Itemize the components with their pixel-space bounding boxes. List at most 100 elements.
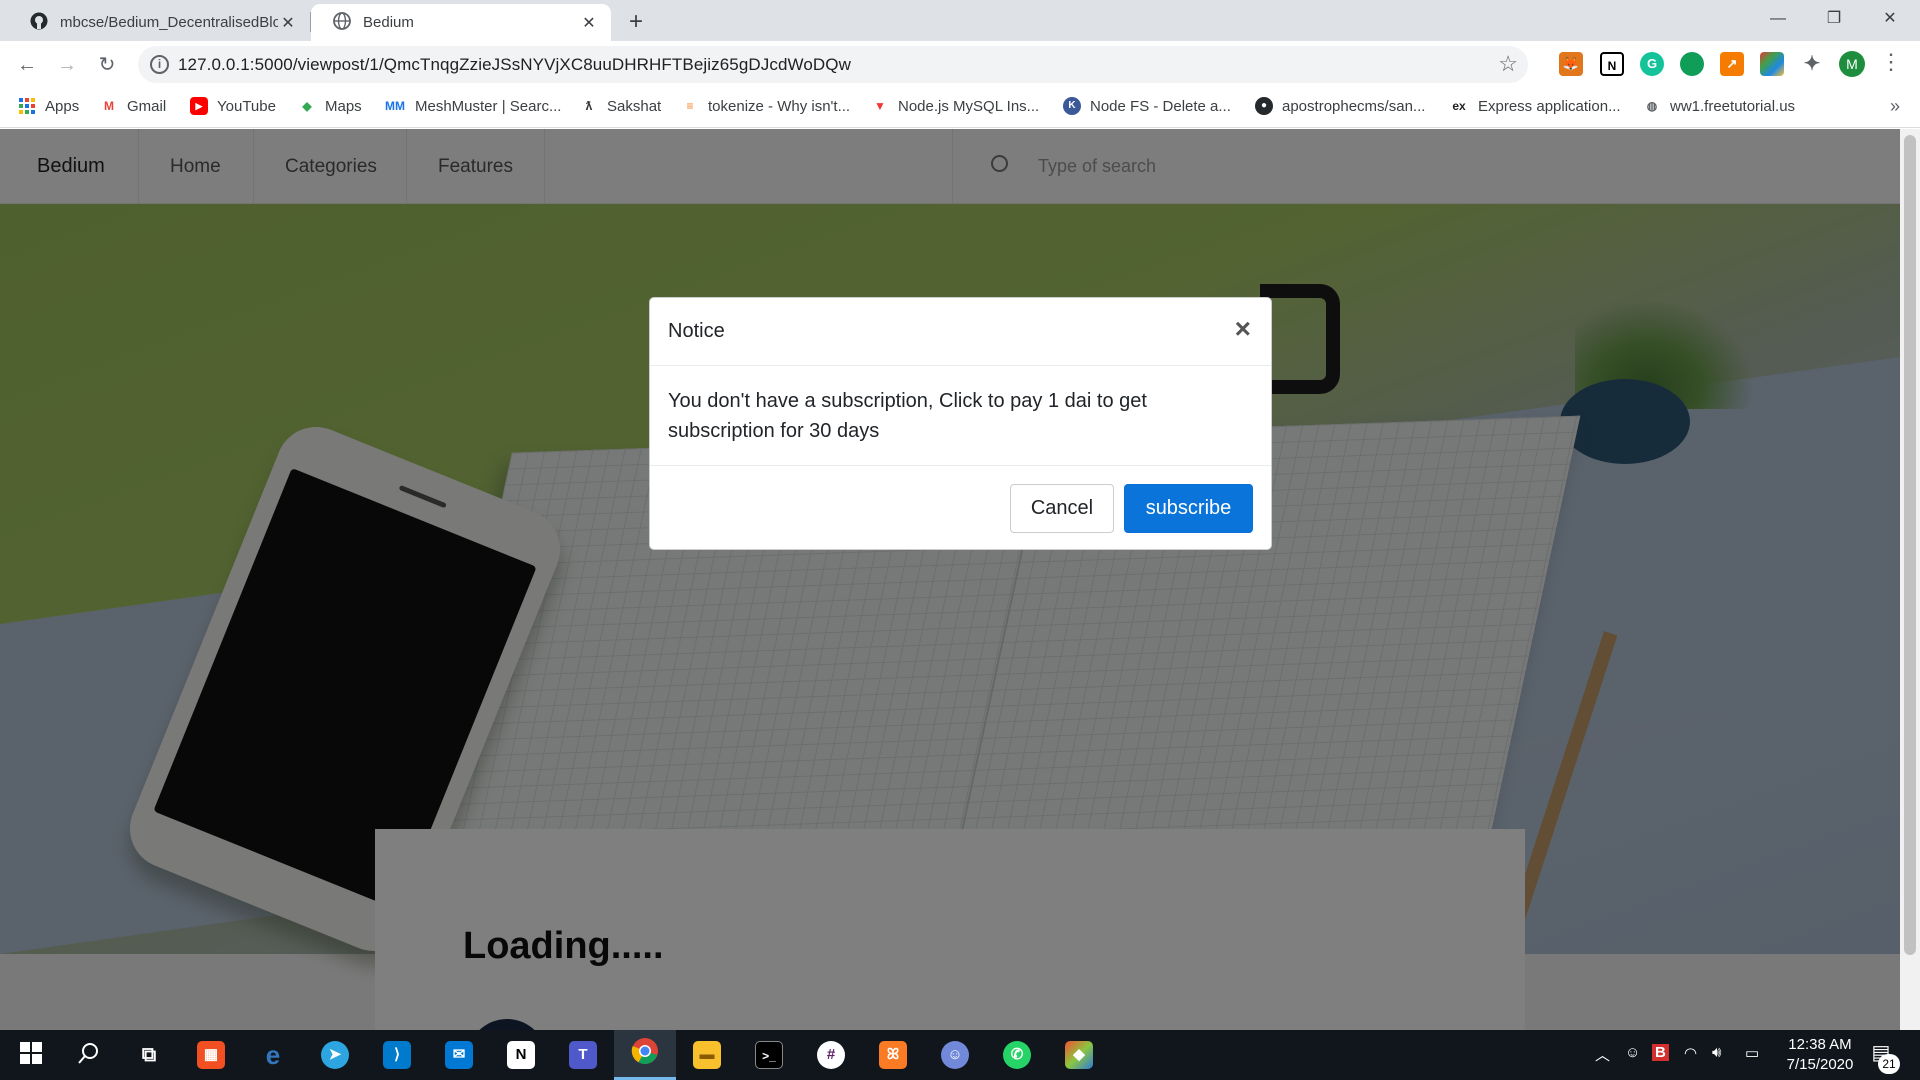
profile-avatar[interactable]: M (1839, 51, 1865, 77)
whatsapp-icon: ✆ (1003, 1041, 1031, 1069)
notion-extension-icon[interactable]: N (1600, 52, 1624, 76)
bookmark-sakshat[interactable]: ƛ Sakshat (580, 97, 662, 115)
taskbar-git[interactable]: ◆ (1048, 1030, 1110, 1080)
browser-tab-strip: mbcse/Bedium_DecentralisedBlo ✕ Bedium ✕… (0, 0, 1920, 41)
github-icon (30, 12, 48, 34)
bookmark-express[interactable]: ex Express application... (1449, 97, 1620, 115)
bookmark-label: tokenize - Why isn't... (708, 97, 851, 115)
web-page: Bedium Home Categories Features Loading.… (0, 129, 1920, 1030)
taskbar-xampp[interactable]: ꕤ (862, 1030, 924, 1080)
globe-icon: ◍ (1646, 99, 1658, 113)
notion-icon: N (507, 1041, 535, 1069)
taskbar-search-button[interactable] (58, 1030, 120, 1080)
taskbar-notion[interactable]: N (490, 1030, 552, 1080)
wifi-icon[interactable]: ◠ (1684, 1044, 1697, 1062)
tab-github[interactable]: mbcse/Bedium_DecentralisedBlo ✕ (8, 4, 310, 41)
bookmark-apostrophecms[interactable]: ● apostrophecms/san... (1255, 97, 1425, 115)
node-fs-icon: K (1063, 97, 1081, 115)
tab-title: Bedium (363, 14, 414, 31)
bookmarks-overflow-icon[interactable]: » (1890, 96, 1900, 117)
taskbar-chrome[interactable] (614, 1030, 676, 1080)
taskbar-file-explorer[interactable]: ▬ (676, 1030, 738, 1080)
back-arrow-icon[interactable]: ← (12, 50, 42, 80)
subscribe-button[interactable]: subscribe (1124, 484, 1253, 533)
volume-icon[interactable]: 🔊︎ (1712, 1044, 1721, 1061)
metamask-extension-icon[interactable]: 🦊 (1559, 52, 1583, 76)
color-extension-icon[interactable] (1760, 52, 1784, 76)
bookmark-nodejs-mysql[interactable]: ▼ Node.js MySQL Ins... (871, 97, 1039, 115)
taskbar-whatsapp[interactable]: ✆ (986, 1030, 1048, 1080)
edge-icon: e (265, 1040, 281, 1070)
bookmark-tokenize[interactable]: ≡ tokenize - Why isn't... (681, 97, 850, 115)
grammarly-extension-icon[interactable]: G (1640, 52, 1664, 76)
system-clock[interactable]: 12:38 AM 7/15/2020 (1770, 1035, 1870, 1075)
browser-menu-icon[interactable]: ⋮ (1880, 49, 1902, 75)
page-scrollbar[interactable] (1900, 129, 1920, 1030)
express-icon: ex (1452, 99, 1466, 113)
tray-discord-icon[interactable]: ☺ (1625, 1044, 1640, 1061)
bookmark-node-fs[interactable]: K Node FS - Delete a... (1063, 97, 1231, 115)
bookmark-maps[interactable]: ◆ Maps (298, 97, 361, 115)
reload-icon[interactable]: ↻ (92, 50, 122, 80)
address-bar[interactable]: i 127.0.0.1:5000/viewpost/1/QmcTnqgZzieJ… (138, 46, 1528, 83)
maps-icon: ◆ (302, 99, 312, 113)
vscode-icon: ⟩ (383, 1041, 411, 1069)
scrollbar-thumb[interactable] (1904, 135, 1916, 955)
taskbar-telegram[interactable]: ➤ (304, 1030, 366, 1080)
tray-app-icon[interactable]: B (1652, 1044, 1669, 1061)
close-icon[interactable]: × (1235, 315, 1251, 343)
bookmark-star-icon[interactable]: ☆ (1498, 51, 1518, 77)
apps-grid-icon (18, 97, 36, 115)
bookmark-apps[interactable]: Apps (18, 97, 79, 115)
tab-close-icon[interactable]: ✕ (579, 13, 599, 33)
terminal-icon: >_ (755, 1041, 783, 1069)
taskbar-vscode[interactable]: ⟩ (366, 1030, 428, 1080)
site-info-icon[interactable]: i (150, 55, 169, 74)
trends-extension-icon[interactable]: ↗ (1720, 52, 1744, 76)
bookmarks-bar: Apps M Gmail ▶ YouTube ◆ Maps MM MeshMus… (0, 88, 1920, 128)
task-view-button[interactable]: ⧉ (118, 1030, 180, 1080)
bookmark-label: apostrophecms/san... (1282, 97, 1426, 115)
tab-title: mbcse/Bedium_DecentralisedBlo (60, 14, 278, 31)
bookmark-label: Apps (45, 97, 80, 115)
battery-icon[interactable]: ▭ (1745, 1044, 1759, 1062)
tray-overflow-icon[interactable]: ︿ (1595, 1044, 1610, 1065)
modal-backdrop[interactable] (0, 129, 1920, 1030)
bookmark-youtube[interactable]: ▶ YouTube (190, 97, 276, 115)
gmail-icon: M (104, 99, 114, 113)
new-tab-button[interactable]: + (620, 8, 652, 36)
bookmark-label: MeshMuster | Searc... (415, 97, 562, 115)
chat-extension-icon[interactable] (1680, 52, 1704, 76)
chrome-icon (631, 1037, 659, 1070)
bookmark-meshmuster[interactable]: MM MeshMuster | Searc... (384, 97, 561, 115)
search-icon (78, 1042, 100, 1069)
taskbar-teams[interactable]: T (552, 1030, 614, 1080)
sakshat-icon: ƛ (585, 99, 593, 113)
taskbar-mail[interactable]: ✉ (428, 1030, 490, 1080)
taskbar-slack[interactable]: # (800, 1030, 862, 1080)
bookmark-label: ww1.freetutorial.us (1670, 97, 1796, 115)
bookmark-freetutorial[interactable]: ◍ ww1.freetutorial.us (1643, 97, 1795, 115)
restore-button[interactable]: ❐ (1806, 0, 1862, 38)
meshmuster-icon: MM (385, 99, 405, 113)
taskbar-store[interactable]: ▦ (180, 1030, 242, 1080)
bookmark-label: Sakshat (607, 97, 662, 115)
cancel-button[interactable]: Cancel (1010, 484, 1114, 533)
taskbar-edge[interactable]: e (242, 1030, 304, 1080)
tab-close-icon[interactable]: ✕ (278, 13, 298, 33)
taskbar-terminal[interactable]: >_ (738, 1030, 800, 1080)
bookmark-gmail[interactable]: M Gmail (100, 97, 166, 115)
modal-title: Notice (668, 320, 725, 342)
mail-icon: ✉ (445, 1041, 473, 1069)
minimize-button[interactable]: — (1750, 0, 1806, 38)
forward-arrow-icon[interactable]: → (52, 50, 82, 80)
extensions-puzzle-icon[interactable]: ✦ (1800, 52, 1824, 76)
taskbar-discord[interactable]: ☺ (924, 1030, 986, 1080)
start-button[interactable] (0, 1030, 62, 1080)
tab-bedium[interactable]: Bedium ✕ (311, 4, 611, 41)
task-view-icon: ⧉ (141, 1044, 157, 1066)
close-window-button[interactable]: ✕ (1862, 0, 1918, 38)
url-text: 127.0.0.1:5000/viewpost/1/QmcTnqgZzieJSs… (178, 55, 851, 74)
teams-icon: T (569, 1041, 597, 1069)
notice-modal: Notice × You don't have a subscription, … (649, 297, 1272, 550)
